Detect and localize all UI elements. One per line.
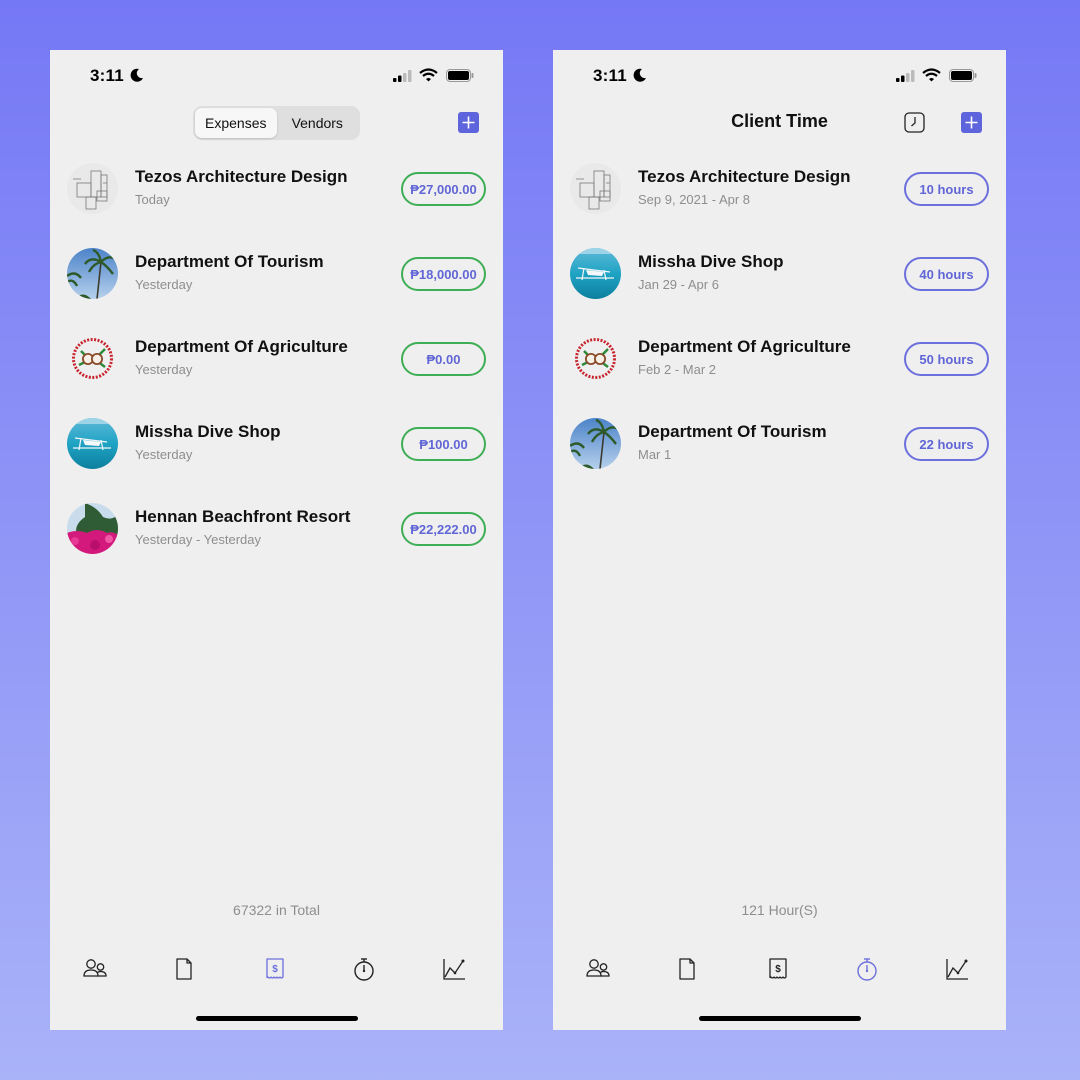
expense-list: Tezos Architecture Design Today ₱27,000.…	[50, 150, 503, 575]
cellular-signal-icon	[896, 70, 915, 82]
vendor-avatar	[67, 503, 118, 554]
client-avatar	[570, 418, 621, 469]
plus-icon	[458, 112, 479, 133]
stopwatch-icon	[351, 956, 377, 982]
vendor-name: Tezos Architecture Design	[135, 167, 348, 186]
people-icon	[82, 956, 108, 982]
home-indicator	[196, 1016, 358, 1021]
cellular-signal-icon	[393, 70, 412, 82]
wifi-icon	[922, 68, 941, 82]
tab-expenses[interactable]	[764, 955, 792, 983]
expense-date: Yesterday	[135, 277, 193, 292]
tab-bar	[50, 950, 503, 990]
tab-invoices[interactable]	[170, 955, 198, 983]
date-range: Mar 1	[638, 447, 672, 462]
expense-date: Yesterday	[135, 447, 193, 462]
add-time-button[interactable]	[961, 112, 982, 133]
vendor-avatar	[67, 418, 118, 469]
segment-expenses[interactable]: Expenses	[195, 108, 277, 138]
time-row[interactable]: Missha Dive Shop Jan 29 - Apr 6 40 hours	[553, 235, 1006, 320]
status-time: 3:11	[90, 66, 124, 85]
expense-amount-badge[interactable]: ₱18,000.00	[401, 257, 486, 291]
document-icon	[171, 956, 197, 982]
expense-row[interactable]: Hennan Beachfront Resort Yesterday - Yes…	[50, 490, 503, 575]
tab-clients[interactable]	[584, 955, 612, 983]
time-row[interactable]: Department Of Tourism Mar 1 22 hours	[553, 405, 1006, 490]
moon-icon	[633, 68, 646, 82]
expense-amount-badge[interactable]: ₱100.00	[401, 427, 486, 461]
tab-reports[interactable]	[440, 955, 468, 983]
expense-row[interactable]: Department Of Agriculture Yesterday ₱0.0…	[50, 320, 503, 405]
tab-expenses[interactable]	[261, 955, 289, 983]
expense-amount-badge[interactable]: ₱0.00	[401, 342, 486, 376]
hours-badge[interactable]: 10 hours	[904, 172, 989, 206]
status-bar: 3:11	[553, 50, 1006, 100]
receipt-icon	[765, 956, 791, 982]
battery-icon	[949, 69, 977, 82]
tab-invoices[interactable]	[673, 955, 701, 983]
client-name: Missha Dive Shop	[638, 252, 784, 271]
date-range: Feb 2 - Mar 2	[638, 362, 717, 377]
vendor-avatar	[67, 248, 118, 299]
clock-button[interactable]	[904, 112, 925, 133]
people-icon	[585, 956, 611, 982]
plus-icon	[961, 112, 982, 133]
vendor-name: Missha Dive Shop	[135, 422, 281, 441]
wifi-icon	[419, 68, 438, 82]
chart-icon	[441, 956, 467, 982]
tab-clients[interactable]	[81, 955, 109, 983]
tab-timer[interactable]	[853, 955, 881, 983]
segment-vendors[interactable]: Vendors	[277, 108, 359, 138]
client-time-screen: 3:11 Client Time Tezos Architecture Desi…	[553, 50, 1006, 1030]
add-expense-button[interactable]	[458, 112, 479, 133]
chart-icon	[944, 956, 970, 982]
vendor-name: Department Of Tourism	[135, 252, 324, 271]
expense-date: Today	[135, 192, 170, 207]
segmented-control: Expenses Vendors	[193, 106, 360, 140]
date-range: Jan 29 - Apr 6	[638, 277, 719, 292]
client-avatar	[570, 163, 621, 214]
document-icon	[674, 956, 700, 982]
hours-badge[interactable]: 50 hours	[904, 342, 989, 376]
expense-row[interactable]: Missha Dive Shop Yesterday ₱100.00	[50, 405, 503, 490]
client-name: Department Of Tourism	[638, 422, 827, 441]
status-time: 3:11	[593, 66, 627, 85]
status-bar: 3:11	[50, 50, 503, 100]
client-time-list: Tezos Architecture Design Sep 9, 2021 - …	[553, 150, 1006, 490]
clock-icon	[904, 112, 925, 133]
expenses-total: 67322 in Total	[233, 902, 320, 918]
receipt-icon	[262, 956, 288, 982]
date-range: Sep 9, 2021 - Apr 8	[638, 192, 751, 207]
page-title: Client Time	[731, 111, 828, 131]
client-name: Department Of Agriculture	[638, 337, 851, 356]
vendor-name: Department Of Agriculture	[135, 337, 348, 356]
tab-timer[interactable]	[350, 955, 378, 983]
stopwatch-icon	[854, 956, 880, 982]
vendor-avatar	[67, 333, 118, 384]
expense-date: Yesterday - Yesterday	[135, 532, 261, 547]
expense-row[interactable]: Tezos Architecture Design Today ₱27,000.…	[50, 150, 503, 235]
tab-reports[interactable]	[943, 955, 971, 983]
expense-amount-badge[interactable]: ₱27,000.00	[401, 172, 486, 206]
home-indicator	[699, 1016, 861, 1021]
client-name: Tezos Architecture Design	[638, 167, 851, 186]
client-avatar	[570, 248, 621, 299]
hours-badge[interactable]: 40 hours	[904, 257, 989, 291]
vendor-name: Hennan Beachfront Resort	[135, 507, 351, 526]
tab-bar	[553, 950, 1006, 990]
battery-icon	[446, 69, 474, 82]
expense-date: Yesterday	[135, 362, 193, 377]
expense-amount-badge[interactable]: ₱22,222.00	[401, 512, 486, 546]
hours-badge[interactable]: 22 hours	[904, 427, 989, 461]
time-row[interactable]: Department Of Agriculture Feb 2 - Mar 2 …	[553, 320, 1006, 405]
hours-total: 121 Hour(S)	[741, 902, 818, 918]
expenses-screen: 3:11 Expenses Vendors Tezos Architecture…	[50, 50, 503, 1030]
client-avatar	[570, 333, 621, 384]
time-row[interactable]: Tezos Architecture Design Sep 9, 2021 - …	[553, 150, 1006, 235]
moon-icon	[130, 68, 143, 82]
vendor-avatar	[67, 163, 118, 214]
expense-row[interactable]: Department Of Tourism Yesterday ₱18,000.…	[50, 235, 503, 320]
